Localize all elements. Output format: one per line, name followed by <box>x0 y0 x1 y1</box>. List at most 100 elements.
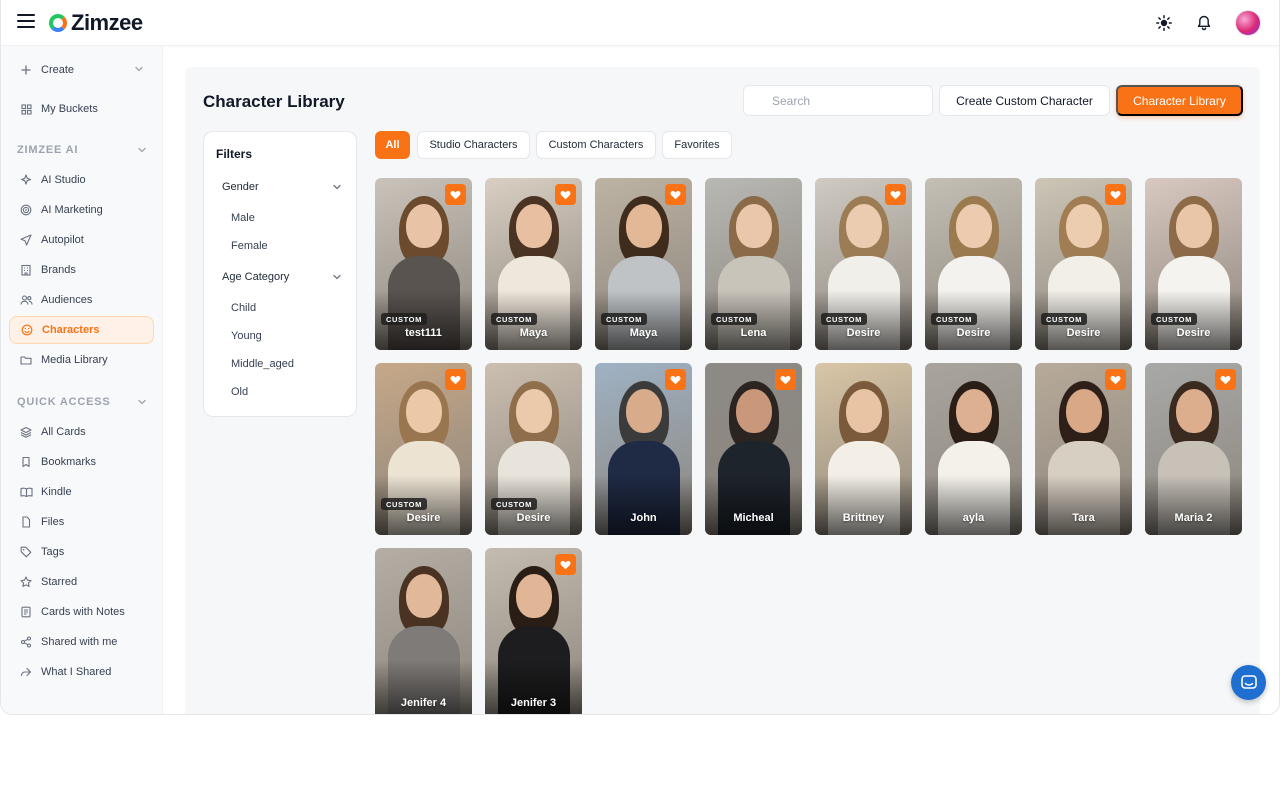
character-card[interactable]: Tara <box>1035 363 1132 535</box>
character-card[interactable]: Micheal <box>705 363 802 535</box>
character-name: Micheal <box>733 512 774 524</box>
sidebar-item-all-cards[interactable]: All Cards <box>9 418 154 446</box>
sidebar-item-label: Media Library <box>41 354 108 366</box>
character-card[interactable]: CUSTOM Desire <box>485 363 582 535</box>
character-card[interactable]: CUSTOM Lena <box>705 178 802 350</box>
character-name: Tara <box>1072 512 1095 524</box>
character-name: Desire <box>1176 327 1211 339</box>
tab-custom-characters[interactable]: Custom Characters <box>536 131 656 159</box>
sidebar-item-ai-studio[interactable]: AI Studio <box>9 166 154 194</box>
favorite-heart-icon[interactable] <box>665 184 686 205</box>
sidebar-create[interactable]: Create <box>9 56 154 84</box>
filter-gender-toggle[interactable]: Gender <box>222 181 342 193</box>
sidebar-item-label: Characters <box>42 324 100 336</box>
filter-option-young[interactable]: Young <box>231 330 262 342</box>
character-name: Desire <box>406 512 441 524</box>
character-card[interactable]: ayla <box>925 363 1022 535</box>
sidebar-item-label: Files <box>41 516 65 528</box>
favorite-heart-icon[interactable] <box>775 369 796 390</box>
character-face <box>405 204 442 248</box>
sidebar-item-autopilot[interactable]: Autopilot <box>9 226 154 254</box>
character-library-button[interactable]: Character Library <box>1116 85 1243 116</box>
character-face <box>515 204 552 248</box>
filter-option-male[interactable]: Male <box>231 212 255 224</box>
character-card[interactable]: CUSTOM test111 <box>375 178 472 350</box>
sidebar-my-buckets[interactable]: My Buckets <box>9 95 154 123</box>
custom-badge: CUSTOM <box>711 313 757 325</box>
character-name: Desire <box>1066 327 1101 339</box>
character-face <box>735 389 772 433</box>
character-card[interactable]: Maria 2 <box>1145 363 1242 535</box>
favorite-heart-icon[interactable] <box>1215 369 1236 390</box>
sidebar-item-tags[interactable]: Tags <box>9 538 154 566</box>
sidebar-section-quick-access[interactable]: QUICK ACCESS <box>17 396 147 408</box>
character-card[interactable]: CUSTOM Desire <box>1145 178 1242 350</box>
menu-icon[interactable] <box>17 14 35 28</box>
sidebar-item-kindle[interactable]: Kindle <box>9 478 154 506</box>
chat-button[interactable] <box>1231 665 1266 700</box>
plus-icon <box>19 63 33 77</box>
favorite-heart-icon[interactable] <box>445 184 466 205</box>
character-card[interactable]: Brittney <box>815 363 912 535</box>
favorite-heart-icon[interactable] <box>665 369 686 390</box>
custom-badge: CUSTOM <box>491 313 537 325</box>
sidebar-item-audiences[interactable]: Audiences <box>9 286 154 314</box>
sidebar-section-ai-label: ZIMZEE AI <box>17 144 79 156</box>
users-icon <box>19 293 33 307</box>
favorite-heart-icon[interactable] <box>555 184 576 205</box>
folder-icon <box>19 353 33 367</box>
sidebar-item-ai-marketing[interactable]: AI Marketing <box>9 196 154 224</box>
sidebar-section-ai[interactable]: ZIMZEE AI <box>17 144 147 156</box>
filters-panel: Filters Gender Male Female Age Category … <box>203 131 357 417</box>
character-name: Maria 2 <box>1174 512 1213 524</box>
character-card[interactable]: CUSTOM Desire <box>1035 178 1132 350</box>
custom-badge: CUSTOM <box>821 313 867 325</box>
bell-icon[interactable] <box>1195 14 1213 32</box>
sidebar-item-brands[interactable]: Brands <box>9 256 154 284</box>
character-card[interactable]: CUSTOM Maya <box>595 178 692 350</box>
sidebar-item-media-library[interactable]: Media Library <box>9 346 154 374</box>
character-card[interactable]: CUSTOM Maya <box>485 178 582 350</box>
character-card[interactable]: CUSTOM Desire <box>815 178 912 350</box>
favorite-heart-icon[interactable] <box>885 184 906 205</box>
sidebar-item-what-i-shared[interactable]: What I Shared <box>9 658 154 686</box>
filter-option-female[interactable]: Female <box>231 240 268 252</box>
forward-icon <box>19 665 33 679</box>
character-card[interactable]: Jenifer 3 <box>485 548 582 714</box>
sidebar-item-bookmarks[interactable]: Bookmarks <box>9 448 154 476</box>
sidebar-item-cards-with-notes[interactable]: Cards with Notes <box>9 598 154 626</box>
sidebar-create-label: Create <box>41 64 75 76</box>
character-face <box>735 204 772 248</box>
tab-favorites[interactable]: Favorites <box>662 131 732 159</box>
character-card[interactable]: CUSTOM Desire <box>375 363 472 535</box>
favorite-heart-icon[interactable] <box>1105 369 1126 390</box>
paper-plane-icon <box>19 233 33 247</box>
favorite-heart-icon[interactable] <box>555 554 576 575</box>
favorite-heart-icon[interactable] <box>445 369 466 390</box>
create-custom-character-button[interactable]: Create Custom Character <box>939 85 1110 116</box>
file-icon <box>19 515 33 529</box>
filter-option-middle-aged[interactable]: Middle_aged <box>231 358 294 370</box>
sun-icon[interactable] <box>1155 14 1173 32</box>
sidebar-item-shared-with-me[interactable]: Shared with me <box>9 628 154 656</box>
tab-all[interactable]: All <box>375 131 410 159</box>
user-avatar[interactable] <box>1235 10 1261 36</box>
character-card[interactable]: Jenifer 4 <box>375 548 472 714</box>
logo[interactable]: Zimzee <box>49 10 143 36</box>
character-face <box>845 204 882 248</box>
tab-studio-characters[interactable]: Studio Characters <box>417 131 530 159</box>
smile-icon <box>20 323 34 337</box>
sidebar-item-files[interactable]: Files <box>9 508 154 536</box>
sidebar-item-characters[interactable]: Characters <box>9 316 154 344</box>
character-face <box>845 389 882 433</box>
character-card[interactable]: CUSTOM Desire <box>925 178 1022 350</box>
character-name: Brittney <box>842 512 885 524</box>
character-card[interactable]: John <box>595 363 692 535</box>
character-face <box>515 574 552 618</box>
search-input[interactable] <box>743 85 933 116</box>
filter-age-toggle[interactable]: Age Category <box>222 271 342 283</box>
favorite-heart-icon[interactable] <box>1105 184 1126 205</box>
filter-option-old[interactable]: Old <box>231 386 248 398</box>
sidebar-item-starred[interactable]: Starred <box>9 568 154 596</box>
filter-option-child[interactable]: Child <box>231 302 256 314</box>
